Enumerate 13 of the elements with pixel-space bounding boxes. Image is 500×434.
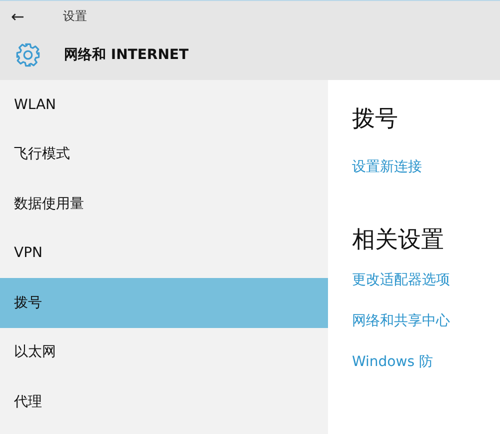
sidebar-item[interactable]: 代理: [0, 377, 328, 426]
sidebar-item[interactable]: 飞行模式: [0, 130, 328, 179]
back-button[interactable]: ←: [11, 6, 45, 26]
section-heading: 拨号: [352, 105, 399, 134]
section-heading: 相关设置: [352, 226, 445, 255]
sidebar-item[interactable]: 数据使用量: [0, 179, 328, 228]
section-title: 网络和 INTERNET: [64, 46, 189, 64]
settings-icon: [15, 42, 41, 68]
sidebar-item[interactable]: 拨号: [0, 278, 328, 328]
sidebar-item[interactable]: WLAN: [0, 80, 328, 130]
sidebar-item[interactable]: 以太网: [0, 328, 328, 377]
window-title: 设置: [63, 8, 87, 24]
sidebar-item[interactable]: VPN: [0, 228, 328, 278]
